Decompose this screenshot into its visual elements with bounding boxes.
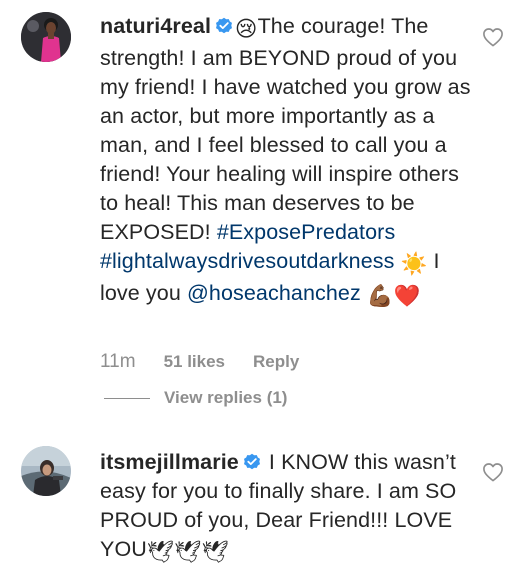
verified-badge-icon: [243, 450, 261, 470]
hashtag-link[interactable]: #ExposePredators: [217, 220, 395, 244]
avatar-photo: [21, 446, 71, 496]
replies-divider-line: [104, 397, 150, 399]
mention-link[interactable]: @hoseachanchez: [187, 281, 361, 305]
view-replies-button[interactable]: View replies (1): [164, 388, 287, 408]
reply-button[interactable]: Reply: [253, 352, 299, 372]
comment-username[interactable]: naturi4real: [100, 14, 211, 38]
comment-text: itsmejillmarie I KNOW this wasn’t easy f…: [100, 448, 472, 567]
comment-username[interactable]: itsmejillmarie: [100, 450, 239, 474]
dove-emoji: 🕊🕊🕊: [146, 540, 230, 564]
sun-emoji: ☀️: [400, 252, 428, 276]
hashtag-link[interactable]: #lightalwaysdrivesoutdarkness: [100, 249, 395, 273]
avatar[interactable]: [21, 446, 71, 496]
comment-body: The courage! The strength! I am BEYOND p…: [100, 14, 471, 244]
like-heart-icon[interactable]: [482, 462, 504, 482]
comment-text: naturi4real 😢The courage! The strength! I…: [100, 12, 472, 311]
likes-count[interactable]: 51 likes: [164, 352, 225, 372]
view-replies-row: View replies (1): [104, 388, 287, 408]
flexed-arm-heart-emoji: 💪🏾❤️: [366, 284, 421, 308]
comment-meta: 11m 51 likes Reply: [100, 351, 299, 373]
avatar-photo: [21, 12, 71, 62]
avatar[interactable]: [21, 12, 71, 62]
verified-badge-icon: [215, 14, 233, 34]
crying-face-emoji: 😢: [235, 17, 258, 41]
like-heart-icon[interactable]: [482, 27, 504, 47]
comment-timestamp: 11m: [100, 351, 136, 372]
